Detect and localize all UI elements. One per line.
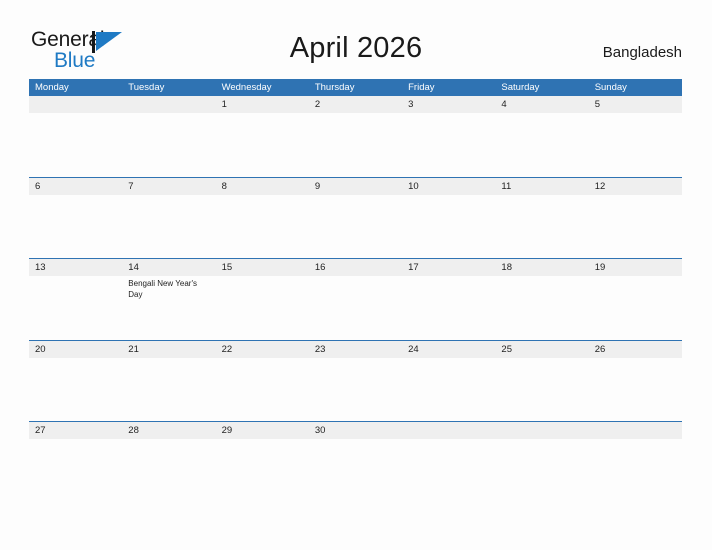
day-cell[interactable]: 4 xyxy=(495,96,588,177)
day-number xyxy=(35,98,122,113)
day-number: 23 xyxy=(314,343,326,355)
day-cell[interactable] xyxy=(495,422,588,503)
day-number: 1 xyxy=(221,99,227,110)
day-cell[interactable]: 29 xyxy=(216,422,309,503)
weekday-header-tuesday: Tuesday xyxy=(128,82,165,93)
country-label: Bangladesh xyxy=(602,44,682,61)
day-number: 29 xyxy=(221,425,233,436)
calendar-grid: Monday Tuesday Wednesday Thursday Friday… xyxy=(29,79,682,503)
day-number: 18 xyxy=(501,262,512,273)
day-number xyxy=(595,424,682,439)
day-number: 12 xyxy=(594,180,606,192)
weekday-header-monday: Monday xyxy=(35,82,69,93)
calendar-weekday-header-row: Monday Tuesday Wednesday Thursday Friday… xyxy=(29,79,682,96)
day-number: 16 xyxy=(314,262,326,273)
day-cell[interactable]: 11 xyxy=(495,178,588,259)
page-header: General Blue April 2026 Bangladesh xyxy=(0,0,712,79)
day-number: 10 xyxy=(408,180,419,192)
day-cell[interactable]: 1 xyxy=(216,96,309,177)
day-number: 11 xyxy=(501,180,512,192)
day-cell[interactable]: 13 xyxy=(29,259,122,340)
day-number: 19 xyxy=(594,262,606,273)
day-number: 17 xyxy=(408,262,419,273)
day-number: 28 xyxy=(128,425,139,436)
day-cell[interactable]: 21 xyxy=(122,341,215,422)
day-cell[interactable]: 10 xyxy=(402,178,495,259)
day-cell[interactable]: 18 xyxy=(495,259,588,340)
day-cell[interactable]: 30 xyxy=(309,422,402,503)
day-cell[interactable] xyxy=(122,96,215,177)
day-number: 22 xyxy=(221,343,233,355)
day-cell[interactable]: 6 xyxy=(29,178,122,259)
day-number: 15 xyxy=(221,262,233,273)
day-cell[interactable] xyxy=(589,422,682,503)
day-cell[interactable]: 28 xyxy=(122,422,215,503)
calendar-week-row: 27 28 29 30 xyxy=(29,421,682,503)
weekday-header-sunday: Sunday xyxy=(594,82,627,93)
day-cell[interactable]: 16 xyxy=(309,259,402,340)
day-cell[interactable]: 14 Bengali New Year's Day xyxy=(122,259,215,340)
day-number: 20 xyxy=(35,343,46,355)
day-number xyxy=(408,424,495,439)
day-cell[interactable]: 20 xyxy=(29,341,122,422)
day-number: 6 xyxy=(35,180,41,192)
day-number: 2 xyxy=(314,99,321,110)
day-cell[interactable]: 25 xyxy=(495,341,588,422)
day-cell[interactable]: 27 xyxy=(29,422,122,503)
day-cell[interactable]: 19 xyxy=(589,259,682,340)
day-cell[interactable]: 24 xyxy=(402,341,495,422)
day-cell[interactable] xyxy=(402,422,495,503)
calendar-week-row: 6 7 8 9 10 11 12 xyxy=(29,176,682,259)
day-number: 26 xyxy=(594,343,606,355)
day-number: 4 xyxy=(501,99,507,110)
day-number: 24 xyxy=(408,343,419,355)
day-number: 13 xyxy=(35,262,46,273)
day-number: 30 xyxy=(314,425,326,436)
day-cell[interactable]: 23 xyxy=(309,341,402,422)
weekday-header-friday: Friday xyxy=(408,82,435,93)
day-number: 27 xyxy=(35,425,46,436)
calendar-week-row: 20 21 22 23 24 25 26 xyxy=(29,339,682,422)
calendar-week-row: 1 2 3 4 5 xyxy=(29,96,682,177)
day-number xyxy=(128,98,215,113)
day-number: 7 xyxy=(128,180,134,192)
day-cell[interactable]: 2 xyxy=(309,96,402,177)
day-cell[interactable]: 3 xyxy=(402,96,495,177)
day-cell[interactable]: 9 xyxy=(309,178,402,259)
weekday-header-thursday: Thursday xyxy=(314,82,355,93)
day-number: 9 xyxy=(314,180,321,192)
day-cell[interactable]: 17 xyxy=(402,259,495,340)
weekday-header-saturday: Saturday xyxy=(501,82,540,93)
day-cell[interactable]: 7 xyxy=(122,178,215,259)
day-number xyxy=(501,424,588,439)
day-cell[interactable]: 15 xyxy=(216,259,309,340)
day-number: 21 xyxy=(128,343,139,355)
day-cell[interactable]: 26 xyxy=(589,341,682,422)
day-cell[interactable]: 5 xyxy=(589,96,682,177)
day-event: Bengali New Year's Day xyxy=(128,279,197,299)
day-cell[interactable]: 22 xyxy=(216,341,309,422)
day-cell[interactable]: 8 xyxy=(216,178,309,259)
day-number: 3 xyxy=(408,99,414,110)
day-number: 25 xyxy=(501,343,512,355)
day-cell[interactable]: 12 xyxy=(589,178,682,259)
day-number: 8 xyxy=(221,180,227,192)
day-cell[interactable] xyxy=(29,96,122,177)
day-number: 14 xyxy=(128,262,139,273)
calendar-week-row: 13 14 Bengali New Year's Day 15 16 17 18 xyxy=(29,258,682,340)
weekday-header-wednesday: Wednesday xyxy=(221,82,272,93)
day-number: 5 xyxy=(594,99,600,110)
